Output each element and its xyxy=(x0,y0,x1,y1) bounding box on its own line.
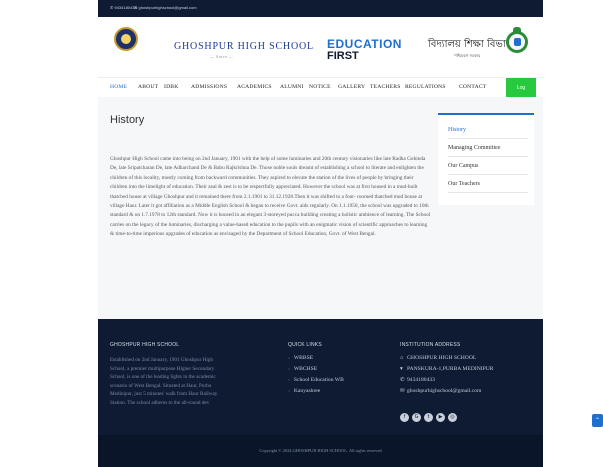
twitter-icon[interactable]: t xyxy=(424,413,433,422)
address-email[interactable]: ✉ ghoshpurhighschool@gmail.com xyxy=(400,388,481,394)
footer-about-heading: GHOSHPUR HIGH SCHOOL xyxy=(110,342,180,348)
school-name[interactable]: GHOSHPUR HIGH SCHOOL xyxy=(174,41,314,52)
scroll-to-top-button[interactable]: ⌃ xyxy=(592,414,603,427)
address-phone[interactable]: ✆ 9434180433 xyxy=(400,377,435,383)
education-first-line1: EDUCATION xyxy=(327,37,402,51)
history-text: Ghoshpur High School came into being on … xyxy=(110,156,431,238)
top-contact-bar: ✆ 9434180433 ✉ ghoshpurhighschool@gmail.… xyxy=(98,0,543,17)
address-school-text: GHOSHPUR HIGH SCHOOL xyxy=(407,355,477,361)
nav-regulations[interactable]: REGULATIONS xyxy=(405,84,446,90)
footer-link-label: Kanyashree xyxy=(293,388,321,394)
education-first-line2: FIRST xyxy=(327,50,359,62)
footer-about-text: Established on 2nd January, 1901 Ghoshpu… xyxy=(110,357,218,406)
since-label: — Since — xyxy=(210,54,234,59)
login-button[interactable]: Log xyxy=(506,78,536,98)
nav-alumni[interactable]: ALUMNI xyxy=(280,84,304,90)
main-navigation: HOME ABOUT IDBK ADMISSIONS ACADEMICS ALU… xyxy=(98,77,543,98)
footer-address-heading: INSTITUTION ADDRESS xyxy=(400,342,461,348)
mail-icon: ✉ xyxy=(400,388,405,394)
side-menu-our-teachers[interactable]: Our Teachers xyxy=(448,181,528,193)
footer-links-heading: QUICK LINKS xyxy=(288,342,322,348)
nav-idbk[interactable]: IDBK xyxy=(164,84,178,90)
nav-academics[interactable]: ACADEMICS xyxy=(237,84,272,90)
school-logo-icon[interactable] xyxy=(114,27,138,51)
nav-contact[interactable]: CONTACT xyxy=(459,84,486,90)
copyright-text: Copyright © 2024,GHOSHPUR HIGH SCHOOL. A… xyxy=(259,448,382,453)
side-menu-history[interactable]: History xyxy=(448,127,528,139)
government-emblem-icon xyxy=(506,31,528,53)
address-location: ▾ PANSKURA-1,PURBA MEDINIPUR xyxy=(400,366,494,372)
building-icon: ⌂ xyxy=(400,355,404,361)
footer-link-wbchse[interactable]: › WBCHSE xyxy=(288,366,317,372)
address-school: ⌂ GHOSHPUR HIGH SCHOOL xyxy=(400,355,476,361)
address-location-text: PANSKURA-1,PURBA MEDINIPUR xyxy=(407,366,494,372)
nav-notice[interactable]: NOTICE xyxy=(309,84,331,90)
address-phone-text: 9434180433 xyxy=(407,377,435,383)
footer-link-label: WBCHSE xyxy=(293,366,318,372)
copyright-bar: Copyright © 2024,GHOSHPUR HIGH SCHOOL. A… xyxy=(98,435,543,467)
location-icon: ▾ xyxy=(400,366,403,372)
footer-link-school-education[interactable]: › School Education WB xyxy=(288,377,344,383)
youtube-icon[interactable]: ▶ xyxy=(436,413,445,422)
nav-admissions[interactable]: ADMISSIONS xyxy=(191,84,227,90)
footer-link-label: School Education WB xyxy=(293,377,344,383)
address-email-text: ghoshpurhighschool@gmail.com xyxy=(407,388,482,394)
nav-home[interactable]: HOME xyxy=(110,84,127,90)
page-frame: ✆ 9434180433 ✉ ghoshpurhighschool@gmail.… xyxy=(0,0,603,467)
page-title: History xyxy=(110,114,145,126)
department-title-bengali: বিদ্যালয় শিক্ষা বিভাগ xyxy=(428,39,513,50)
facebook-icon[interactable]: f xyxy=(400,413,409,422)
department-subtitle-bengali: পশ্চিমবঙ্গ সরকার xyxy=(454,53,481,58)
about-side-menu: History Managing Committee Our Campus Ou… xyxy=(438,113,534,205)
footer-link-wbbse[interactable]: › WBBSE xyxy=(288,355,313,361)
nav-gallery[interactable]: GALLERY xyxy=(338,84,365,90)
footer-link-kanyashree[interactable]: › Kanyashree xyxy=(288,388,320,394)
footer-link-label: WBBSE xyxy=(293,355,314,361)
top-phone[interactable]: ✆ 9434180433 xyxy=(110,5,137,10)
top-email[interactable]: ✉ ghoshpurhighschool@gmail.com xyxy=(134,5,197,10)
site-header: GHOSHPUR HIGH SCHOOL — Since — EDUCATION… xyxy=(98,17,543,77)
side-menu-managing-committee[interactable]: Managing Committee xyxy=(448,145,528,157)
side-menu-our-campus[interactable]: Our Campus xyxy=(448,163,528,175)
google-plus-icon[interactable]: G xyxy=(412,413,421,422)
history-section: History Ghoshpur High School came into b… xyxy=(98,97,543,319)
nav-about[interactable]: ABOUT xyxy=(138,84,158,90)
instagram-icon[interactable]: ◎ xyxy=(448,413,457,422)
nav-teachers[interactable]: TEACHERS xyxy=(370,84,401,90)
site-footer: GHOSHPUR HIGH SCHOOL Established on 2nd … xyxy=(98,319,543,435)
phone-icon: ✆ xyxy=(400,377,405,383)
